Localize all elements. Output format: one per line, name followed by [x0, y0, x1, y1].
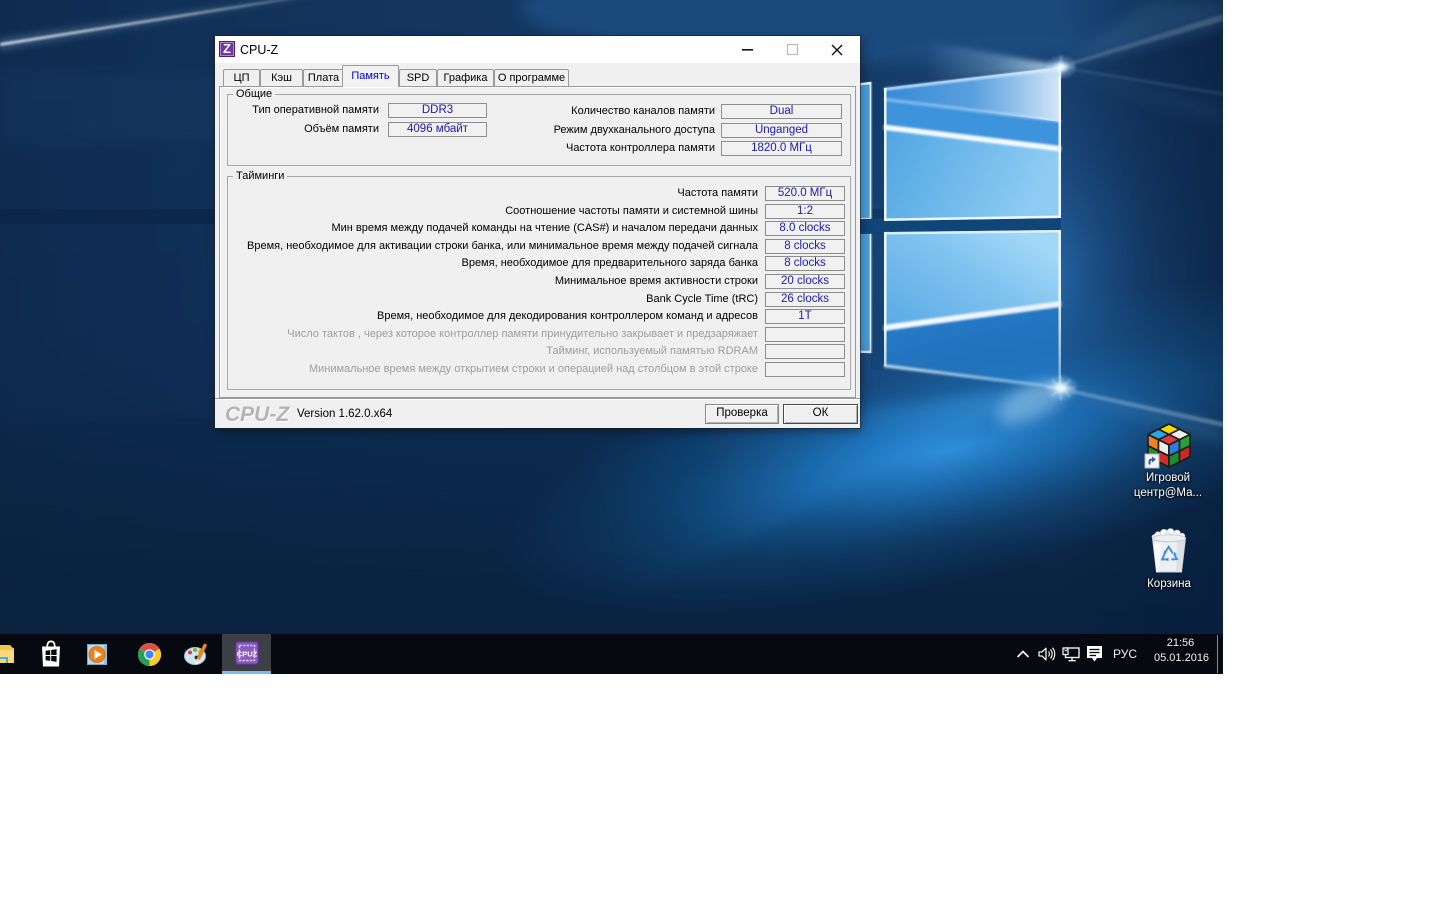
svg-text:CPUZ: CPUZ — [237, 650, 258, 659]
